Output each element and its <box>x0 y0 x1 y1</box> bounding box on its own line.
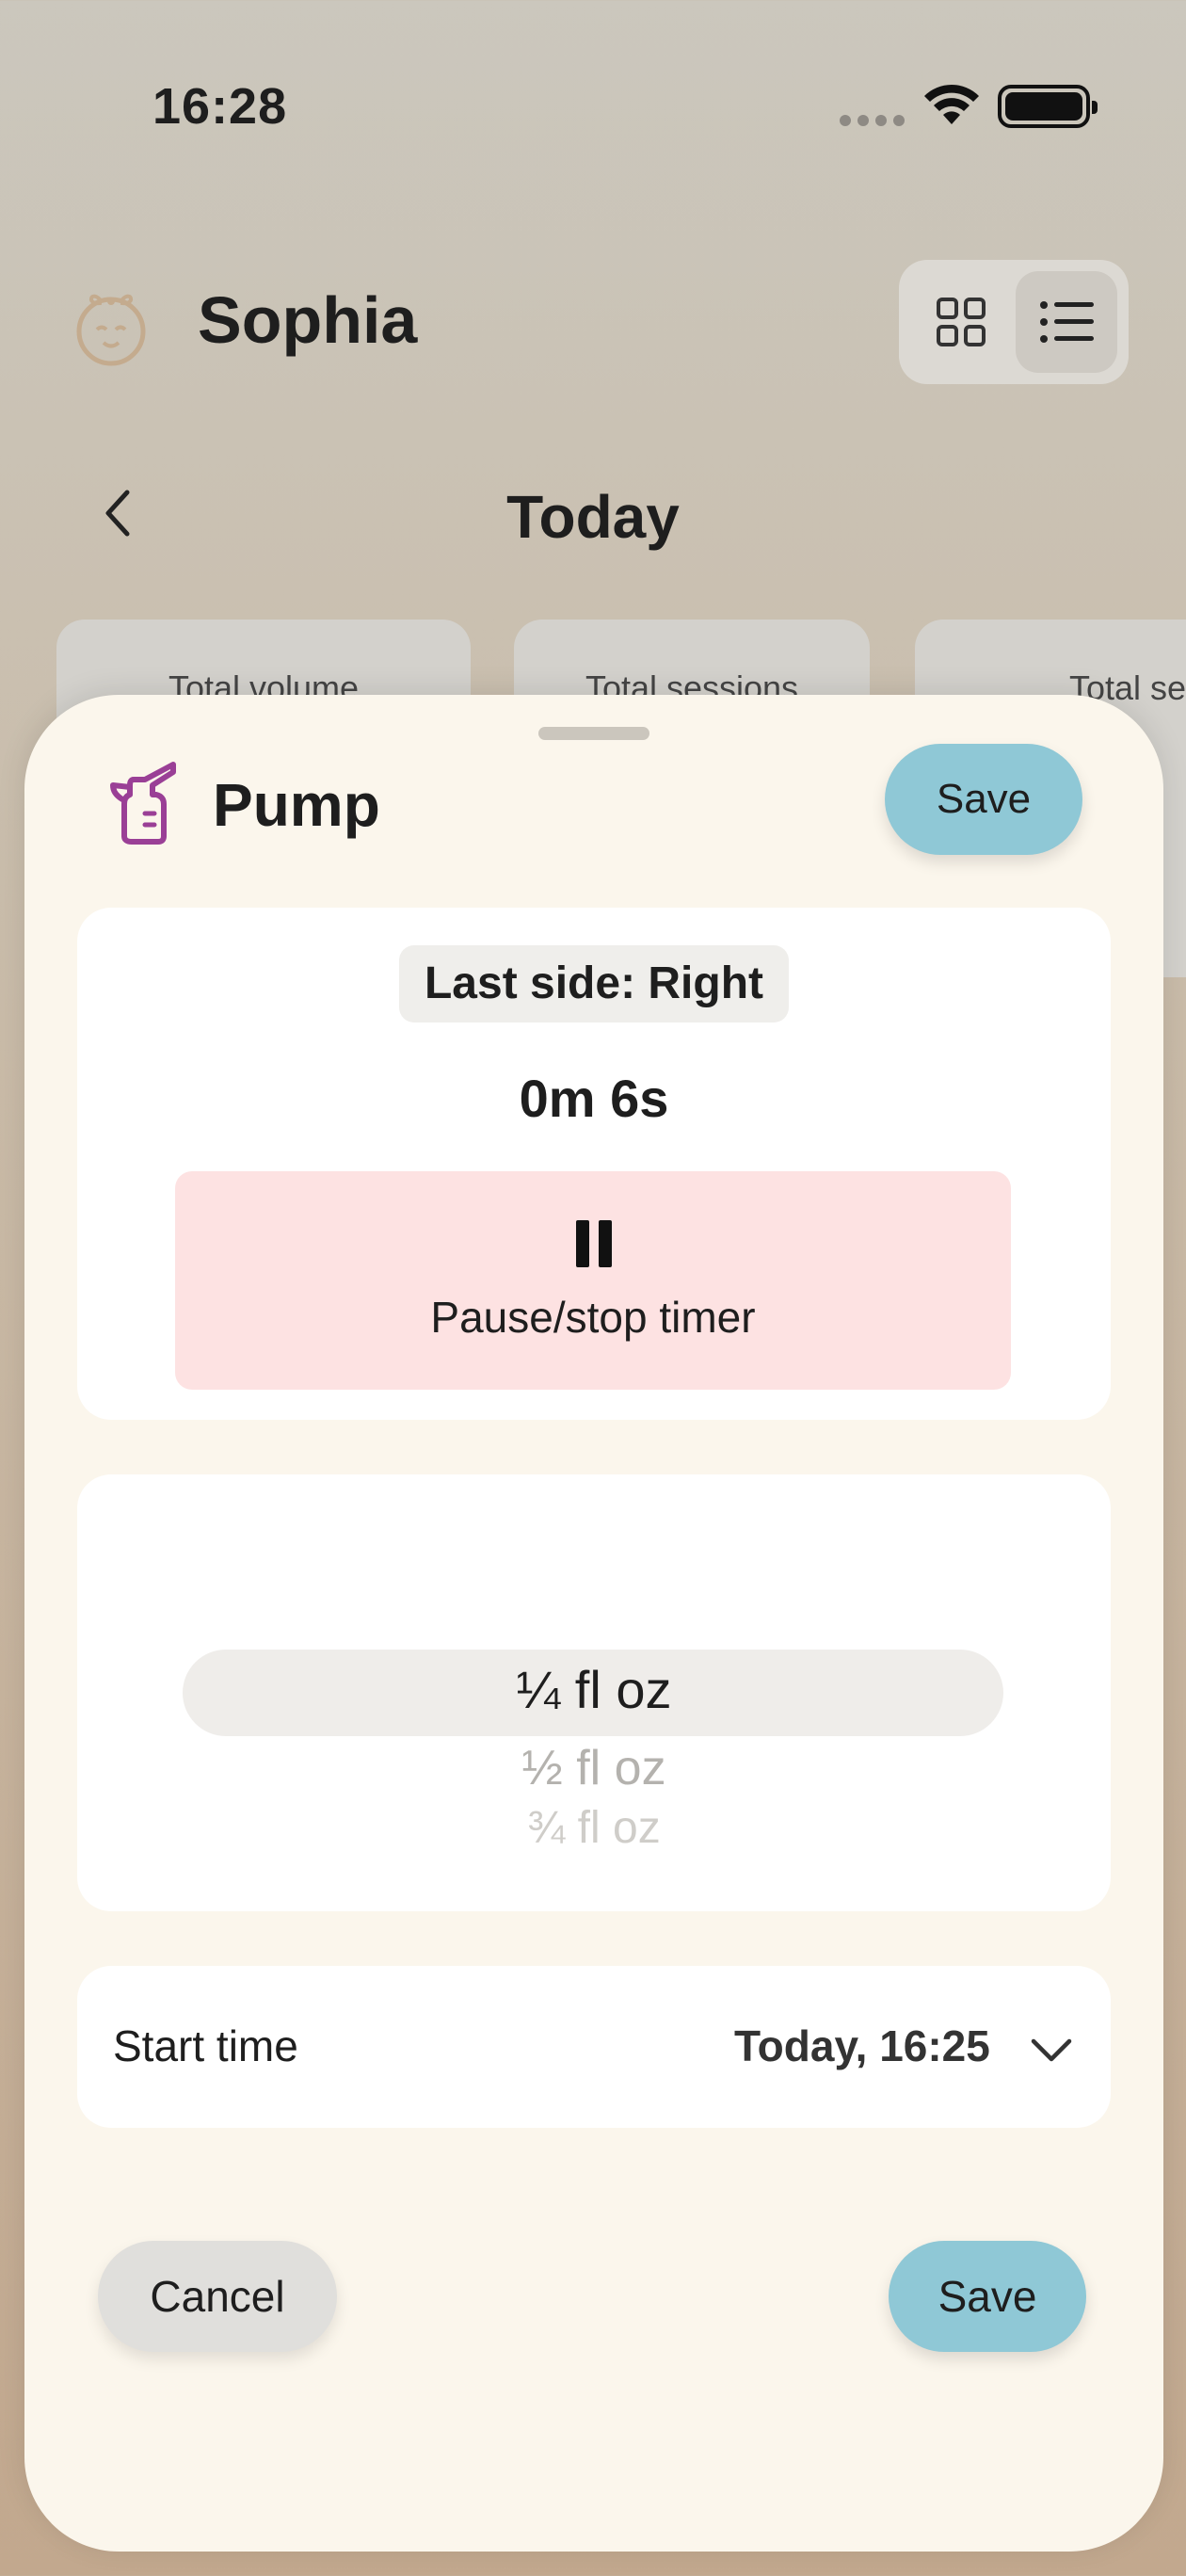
start-time-row[interactable]: Start time Today, 16:25 <box>77 1966 1111 2128</box>
pause-stop-label: Pause/stop timer <box>430 1293 756 1342</box>
status-time: 16:28 <box>152 78 288 135</box>
signal-dots-icon <box>840 115 905 126</box>
baby-face-icon <box>76 294 146 366</box>
battery-icon <box>998 85 1098 128</box>
start-time-label: Start time <box>113 2021 298 2070</box>
status-bar: 16:28 <box>0 0 1186 217</box>
last-side-badge: Last side: Right <box>399 945 789 1022</box>
save-button-top[interactable]: Save <box>885 744 1082 855</box>
breast-pump-icon <box>110 762 176 845</box>
timer-panel: Last side: Right 0m 6s Pause/stop timer <box>77 908 1111 1420</box>
pause-stop-timer-button[interactable]: Pause/stop timer <box>175 1171 1011 1390</box>
grid-view-button[interactable] <box>910 271 1012 373</box>
volume-option[interactable]: ½ fl oz <box>77 1740 1111 1796</box>
volume-picker[interactable]: ¼ fl oz ½ fl oz ¾ fl oz <box>77 1474 1111 1911</box>
page-title: Today <box>506 483 680 551</box>
volume-option[interactable]: ¾ fl oz <box>77 1802 1111 1843</box>
elapsed-time: 0m 6s <box>519 1069 669 1128</box>
start-time-value[interactable]: Today, 16:25 <box>734 2021 990 2071</box>
view-toggle <box>899 260 1129 384</box>
sheet-title: Pump <box>213 771 380 839</box>
chevron-down-icon[interactable] <box>1030 2028 1073 2071</box>
list-icon <box>1040 301 1094 343</box>
profile-name[interactable]: Sophia <box>198 282 417 358</box>
pause-icon <box>576 1220 612 1267</box>
date-nav: Today <box>0 461 1186 565</box>
pump-sheet: Pump Save Last side: Right 0m 6s Pause/s… <box>24 695 1163 2552</box>
cancel-button[interactable]: Cancel <box>98 2241 337 2352</box>
volume-option-selected[interactable]: ¼ fl oz <box>77 1659 1111 1720</box>
grid-icon <box>937 298 986 346</box>
list-view-button[interactable] <box>1016 271 1117 373</box>
save-button-bottom[interactable]: Save <box>889 2241 1086 2352</box>
sheet-header: Pump Save <box>24 695 1163 883</box>
wifi-icon <box>924 84 979 124</box>
